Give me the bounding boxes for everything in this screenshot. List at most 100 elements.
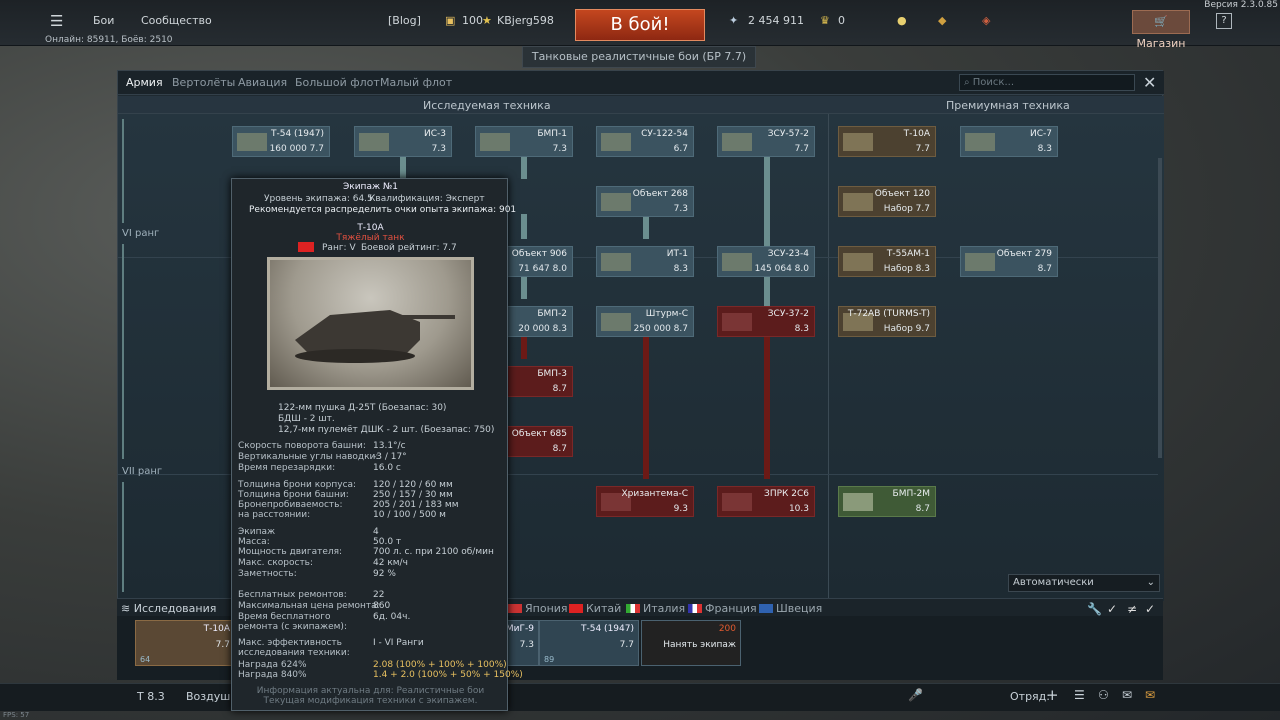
vehicle-br: 7.7 bbox=[794, 144, 809, 154]
vehicle-br: 250 000 8.7 bbox=[634, 324, 688, 334]
slot-name: Т-10А bbox=[203, 624, 230, 634]
tab-army[interactable]: Армия bbox=[126, 76, 163, 89]
tree-link bbox=[521, 154, 527, 179]
stat-value: 860 bbox=[373, 601, 391, 611]
vehicle-name: Объект 906 bbox=[511, 249, 567, 259]
vehicle-photo bbox=[267, 257, 474, 390]
help-button[interactable]: ? bbox=[1216, 13, 1232, 29]
vehicle-name: ЗСУ-57-2 bbox=[767, 129, 809, 139]
microphone-icon[interactable]: 🎤 bbox=[908, 688, 923, 702]
scrollbar[interactable] bbox=[1158, 158, 1162, 458]
search-placeholder: Поиск... bbox=[972, 77, 1014, 88]
silver-lions: 2 454 911 bbox=[748, 14, 804, 27]
nation-label: Франция bbox=[705, 602, 757, 615]
tab-bluewater[interactable]: Большой флот bbox=[295, 76, 380, 89]
vehicle-card[interactable]: БМП-1 7.3 bbox=[475, 126, 573, 157]
tree-link-locked bbox=[764, 334, 770, 479]
menu-battles[interactable]: Бои bbox=[93, 14, 114, 27]
tree-link bbox=[400, 154, 406, 179]
slot-crew: 64 bbox=[140, 655, 151, 664]
vehicle-card[interactable]: ИС-3 7.3 bbox=[354, 126, 452, 157]
fps-counter: FPS: 57 bbox=[3, 711, 30, 719]
vehicle-br: 10.3 bbox=[788, 504, 809, 514]
vehicle-card[interactable]: Т-54 (1947) 160 000 7.7 bbox=[232, 126, 330, 157]
tab-aviation[interactable]: Авиация bbox=[238, 76, 287, 89]
stat-value: 92 % bbox=[373, 569, 396, 579]
tank-icon bbox=[722, 253, 752, 271]
friends-icon[interactable]: ⚇ bbox=[1098, 688, 1109, 702]
list-icon[interactable]: ☰ bbox=[1074, 688, 1085, 702]
close-icon[interactable]: ✕ bbox=[1143, 73, 1156, 92]
stat-label: Макс. скорость: bbox=[238, 558, 314, 568]
chat-icon[interactable]: ✉ bbox=[1122, 688, 1132, 702]
armament-smoke: БДШ - 2 шт. bbox=[278, 414, 335, 424]
blog-link[interactable]: [Blog] bbox=[388, 14, 421, 27]
premium-vehicle-card[interactable]: БМП-2М 8.7 bbox=[838, 486, 936, 517]
stat-value: 205 / 201 / 183 мм bbox=[373, 500, 459, 510]
vehicle-card[interactable]: ЗСУ-23-4 145 064 8.0 bbox=[717, 246, 815, 277]
vehicle-card-locked[interactable]: ЗПРК 2С6 10.3 bbox=[717, 486, 815, 517]
reward-icon[interactable]: ◆ bbox=[938, 14, 946, 27]
auto-select-dropdown[interactable]: Автоматически ⌄ bbox=[1008, 574, 1160, 592]
vehicle-card[interactable]: Объект 268 7.3 bbox=[596, 186, 694, 217]
mail-icon[interactable]: ✉ bbox=[1145, 688, 1155, 702]
premium-vehicle-card[interactable]: Объект 120 Набор 7.7 bbox=[838, 186, 936, 217]
nation-sweden[interactable]: Швеция bbox=[759, 602, 822, 615]
vehicle-card[interactable]: ЗСУ-57-2 7.7 bbox=[717, 126, 815, 157]
tab-coastal[interactable]: Малый флот bbox=[380, 76, 452, 89]
crew-slot[interactable]: Т-54 (1947) 7.7 89 bbox=[539, 620, 639, 666]
research-value: 71 647 bbox=[518, 264, 550, 274]
research-toggle[interactable]: ≋ Исследования bbox=[121, 602, 216, 615]
nation-france[interactable]: Франция bbox=[688, 602, 757, 615]
ammo-icon[interactable]: ≠ bbox=[1127, 602, 1137, 616]
premium-vehicle-card[interactable]: Объект 279 8.7 bbox=[960, 246, 1058, 277]
crew-slot[interactable]: Т-10А 7.7 64 bbox=[135, 620, 235, 666]
vehicle-card[interactable]: ИТ-1 8.3 bbox=[596, 246, 694, 277]
vehicle-card[interactable]: СУ-122-54 6.7 bbox=[596, 126, 694, 157]
username[interactable]: KBjerg598 bbox=[497, 14, 554, 27]
menu-icon[interactable]: ☰ bbox=[50, 12, 63, 30]
premium-vehicle-card[interactable]: Т-72АВ (TURMS-T) Набор 9.7 bbox=[838, 306, 936, 337]
bulb-icon[interactable]: ● bbox=[897, 14, 907, 27]
menu-community[interactable]: Сообщество bbox=[141, 14, 212, 27]
shop-button[interactable]: 🛒 Магазин bbox=[1132, 10, 1190, 50]
check-icon[interactable]: ✓ bbox=[1107, 602, 1117, 616]
tank-icon bbox=[965, 253, 995, 271]
tab-helicopters[interactable]: Вертолёты bbox=[172, 76, 235, 89]
premium-vehicle-card[interactable]: ИС-7 8.3 bbox=[960, 126, 1058, 157]
vehicle-br: Набор 9.7 bbox=[883, 324, 930, 334]
premium-vehicle-card[interactable]: Т-55АМ-1 Набор 8.3 bbox=[838, 246, 936, 277]
vehicle-card-locked[interactable]: Хризантема-С 9.3 bbox=[596, 486, 694, 517]
vehicle-name: Штурм-С bbox=[645, 309, 688, 319]
battle-button[interactable]: В бой! bbox=[575, 9, 705, 41]
repair-icon[interactable]: 🔧 bbox=[1087, 602, 1102, 616]
add-icon[interactable]: + bbox=[1046, 686, 1059, 704]
vehicle-class: Тяжёлый танк bbox=[336, 233, 405, 243]
vehicle-name: Хризантема-С bbox=[621, 489, 688, 499]
tank-silhouette-icon bbox=[295, 310, 455, 363]
nation-china[interactable]: Китай bbox=[569, 602, 621, 615]
profile-icon[interactable]: ▣ bbox=[445, 14, 455, 27]
vehicle-card-locked[interactable]: ЗСУ-37-2 8.3 bbox=[717, 306, 815, 337]
nation-japan[interactable]: Япония bbox=[508, 602, 568, 615]
vehicle-card[interactable]: Штурм-С 250 000 8.7 bbox=[596, 306, 694, 337]
tab-bar: Армия Вертолёты Авиация Большой флот Мал… bbox=[118, 71, 1164, 95]
vehicle-battle-rating: Боевой рейтинг: 7.7 bbox=[361, 243, 457, 253]
coupon-icon[interactable]: ◈ bbox=[982, 14, 990, 27]
br-value: 8.7 bbox=[673, 324, 688, 334]
premium-vehicle-card[interactable]: Т-10А 7.7 bbox=[838, 126, 936, 157]
nation-label: Италия bbox=[643, 602, 686, 615]
tree-link bbox=[521, 274, 527, 299]
search-input[interactable]: ⌕ Поиск... bbox=[959, 74, 1135, 91]
nation-italy[interactable]: Италия bbox=[626, 602, 685, 615]
vehicle-br: 9.3 bbox=[673, 504, 688, 514]
star-icon: ★ bbox=[482, 14, 492, 27]
game-mode[interactable]: Танковые реалистичные бои (БР 7.7) bbox=[522, 46, 756, 68]
vehicle-br: 8.3 bbox=[673, 264, 688, 274]
tank-icon bbox=[843, 493, 873, 511]
check-icon[interactable]: ✓ bbox=[1145, 602, 1155, 616]
hire-crew-slot[interactable]: 200 Нанять экипаж bbox=[641, 620, 741, 666]
vehicle-br: 20 000 8.3 bbox=[518, 324, 567, 334]
vehicle-br: Набор 7.7 bbox=[883, 204, 930, 214]
vehicle-name: Т-55АМ-1 bbox=[886, 249, 930, 259]
